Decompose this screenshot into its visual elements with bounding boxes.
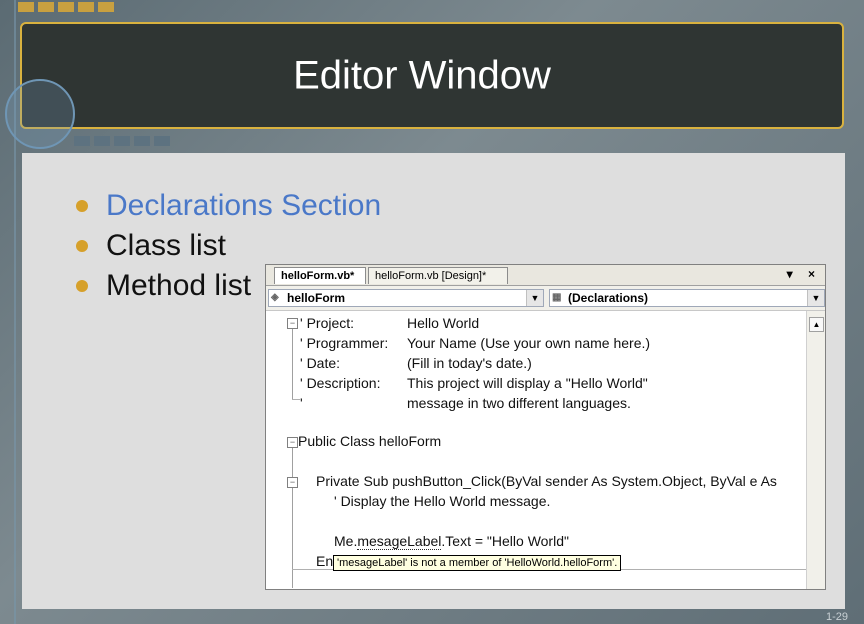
code-line: ' [300, 395, 303, 411]
method-list-dropdown[interactable]: ▦ (Declarations) ▼ [549, 289, 825, 307]
bullet-item: Class list [76, 226, 381, 266]
method-list-value: (Declarations) [568, 291, 649, 305]
code-line: (Fill in today's date.) [407, 355, 532, 371]
bullet-item: Declarations Section [76, 186, 382, 226]
code-line: Me.mesageLabel.Text = "Hello World" [334, 533, 569, 550]
tab-code-view[interactable]: helloForm.vb* [274, 267, 366, 284]
bullet-dot [76, 200, 88, 212]
code-line: ' Programmer: [300, 335, 389, 351]
collapse-icon[interactable]: − [287, 318, 298, 329]
code-line: Hello World [407, 315, 480, 331]
slide-number: 1-29 [825, 611, 848, 623]
bullet-text: Declarations Section [106, 189, 382, 222]
title-bar: Editor Window [20, 22, 844, 129]
collapse-icon[interactable]: − [287, 477, 298, 488]
decorative-squares-top [18, 2, 114, 12]
slide-title: Editor Window [293, 53, 551, 98]
bullet-text: Method list [106, 269, 252, 302]
combo-bar: ◈ helloForm ▼ ▦ (Declarations) ▼ [266, 286, 825, 311]
chevron-down-icon[interactable]: ▼ [526, 290, 543, 306]
code-editor-window: helloForm.vb* helloForm.vb [Design]* ▾ ×… [265, 264, 826, 590]
outline-line [292, 329, 293, 399]
class-icon: ◈ [271, 292, 279, 303]
class-list-value: helloForm [287, 291, 346, 305]
code-line: ' Display the Hello World message. [334, 493, 551, 509]
code-line: message in two different languages. [407, 395, 631, 411]
decorative-squares-mid [74, 136, 170, 146]
code-line: ' Description: [300, 375, 381, 391]
code-line: This project will display a "Hello World… [407, 375, 648, 391]
code-line: En [316, 553, 334, 569]
error-token: mesageLabel [357, 533, 442, 550]
bullet-dot [76, 280, 88, 292]
collapse-icon[interactable]: − [287, 437, 298, 448]
code-line: Public Class helloForm [298, 433, 442, 449]
decorative-circle [5, 79, 75, 149]
bullet-text: Class list [106, 229, 227, 262]
tab-design-view[interactable]: helloForm.vb [Design]* [368, 267, 508, 284]
tab-strip: helloForm.vb* helloForm.vb [Design]* ▾ × [266, 265, 825, 286]
class-list-dropdown[interactable]: ◈ helloForm ▼ [268, 289, 544, 307]
scroll-up-icon[interactable]: ▲ [809, 317, 824, 332]
code-token: Me. [334, 533, 358, 549]
window-buttons[interactable]: ▾ × [787, 267, 821, 281]
error-tooltip: 'mesageLabel' is not a member of 'HelloW… [333, 555, 622, 571]
code-token: .Text = "Hello World" [441, 533, 569, 549]
code-area[interactable]: − ' Project: Hello World ' Programmer: Y… [266, 311, 808, 589]
code-line: Your Name (Use your own name here.) [407, 335, 651, 351]
bullet-dot [76, 240, 88, 252]
outline-line [292, 448, 293, 588]
outline-line [292, 399, 300, 400]
code-line: ' Date: [300, 355, 341, 371]
chevron-down-icon[interactable]: ▼ [807, 290, 824, 306]
vertical-scrollbar[interactable]: ▲ [806, 311, 825, 589]
method-icon: ▦ [552, 292, 562, 303]
code-line: ' Project: [300, 315, 355, 331]
code-line: Private Sub pushButton_Click(ByVal sende… [316, 473, 777, 489]
